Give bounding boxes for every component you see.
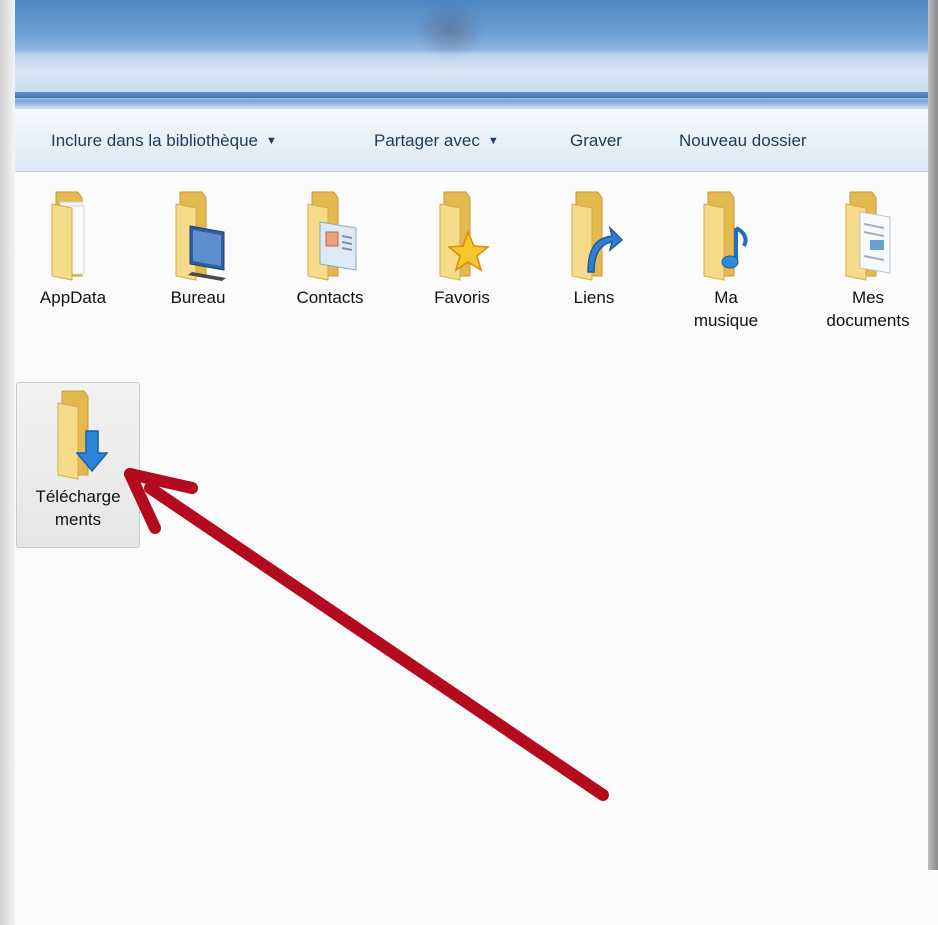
chevron-down-icon: ▼ bbox=[265, 135, 277, 147]
folder-plain-icon bbox=[51, 191, 85, 281]
folder-label-line2: documents bbox=[826, 311, 910, 330]
folder-item-telechargements[interactable]: Télécharge ments bbox=[16, 382, 140, 548]
folder-label-line1: Télécharge bbox=[35, 487, 121, 506]
folder-label: Ma musique bbox=[665, 286, 787, 332]
folder-item-appdata[interactable]: AppData bbox=[12, 188, 134, 309]
folder-documents-icon bbox=[845, 191, 891, 281]
folder-label-line1: Mes bbox=[851, 288, 885, 307]
file-list-area-bottom bbox=[15, 870, 938, 925]
title-bar-decoration bbox=[415, 0, 485, 60]
folder-label: Contacts bbox=[296, 288, 364, 307]
folder-music-icon bbox=[703, 191, 748, 281]
chevron-down-icon: ▼ bbox=[487, 135, 499, 147]
burn-label: Graver bbox=[570, 131, 622, 150]
folder-item-contacts[interactable]: Contacts bbox=[269, 188, 391, 309]
new-folder-button[interactable]: Nouveau dossier bbox=[679, 131, 807, 151]
folder-item-favoris[interactable]: Favoris bbox=[401, 188, 523, 309]
folder-item-mes-documents[interactable]: Mes documents bbox=[807, 188, 929, 332]
folder-label-line2: musique bbox=[693, 311, 759, 330]
folder-label: Télécharge ments bbox=[17, 485, 139, 531]
folder-links-icon bbox=[571, 191, 624, 281]
folder-label-line1: Ma bbox=[714, 288, 738, 307]
share-with-button[interactable]: Partager avec ▼ bbox=[374, 131, 499, 151]
window-frame-right bbox=[928, 0, 938, 870]
address-bar-border bbox=[15, 92, 928, 98]
folder-item-bureau[interactable]: Bureau bbox=[137, 188, 259, 309]
folder-item-liens[interactable]: Liens bbox=[533, 188, 655, 309]
folder-contacts-icon bbox=[307, 191, 357, 281]
folder-label: Favoris bbox=[434, 288, 490, 307]
folder-label: Mes documents bbox=[807, 286, 929, 332]
new-folder-label: Nouveau dossier bbox=[679, 131, 807, 150]
folder-item-ma-musique[interactable]: Ma musique bbox=[665, 188, 787, 332]
folder-label: AppData bbox=[39, 288, 107, 307]
command-bar: Inclure dans la bibliothèque ▼ Partager a… bbox=[15, 108, 928, 172]
folder-downloads-icon bbox=[57, 390, 109, 480]
window-frame-left bbox=[0, 0, 15, 925]
share-with-label: Partager avec bbox=[374, 131, 480, 150]
include-in-library-button[interactable]: Inclure dans la bibliothèque ▼ bbox=[51, 131, 277, 151]
folder-label: Bureau bbox=[170, 288, 226, 307]
include-in-library-label: Inclure dans la bibliothèque bbox=[51, 131, 258, 150]
folder-desktop-icon bbox=[175, 191, 226, 281]
burn-button[interactable]: Graver bbox=[570, 131, 622, 151]
folder-favorites-icon bbox=[439, 191, 490, 281]
folder-label: Liens bbox=[573, 288, 615, 307]
folder-label-line2: ments bbox=[54, 510, 102, 529]
